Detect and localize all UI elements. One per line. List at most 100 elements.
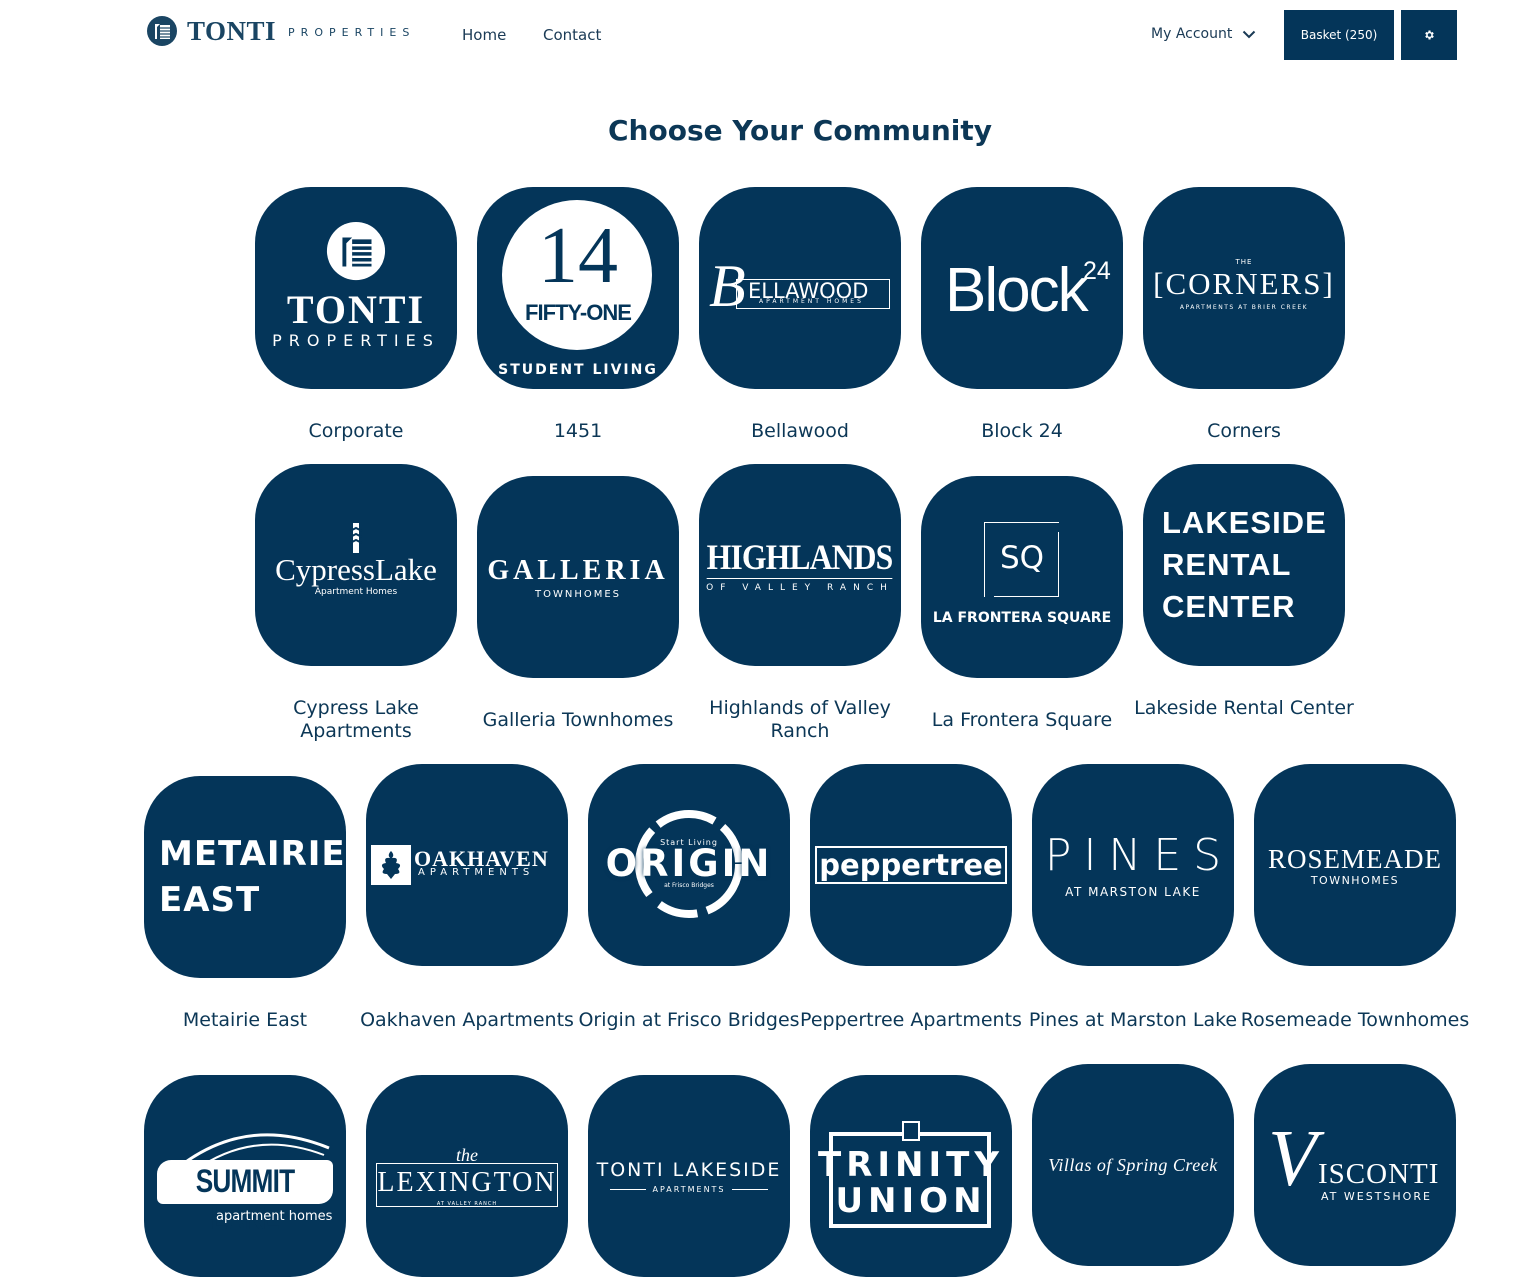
logo-text: SUMMIT LAKE	[195, 1163, 295, 1236]
logo-subtext: OF VALLEY RANCH	[706, 582, 894, 593]
community-logo-tile: V ISCONTI AT WESTSHORE	[1254, 1064, 1456, 1266]
community-logo-tile: Block 24	[921, 187, 1123, 389]
community-name: Corners	[1207, 420, 1281, 442]
logo-line-3: CENTER	[1162, 589, 1296, 624]
logo-subtext: FIFTY-ONE	[525, 300, 632, 325]
community-card-tonti-lakeside[interactable]: TONTI LAKESIDE APARTMENTS	[588, 1075, 790, 1277]
logo-subtext: TOWNHOMES	[1310, 873, 1400, 887]
community-card-cypress-lake[interactable]: CypressLake Apartment Homes Cypress Lake…	[255, 464, 457, 742]
logo-top-text: THE	[1235, 257, 1253, 266]
logo-text: peppertree	[815, 846, 1007, 884]
logo-text: HIGHLANDS	[707, 536, 894, 579]
logo-text: PINES	[1044, 830, 1234, 881]
community-card-corporate[interactable]: TONTI PROPERTIES Corporate	[255, 187, 457, 442]
community-card-trinity-union[interactable]: TRINITY UNION	[810, 1075, 1012, 1277]
community-card-block-24[interactable]: Block 24 Block 24	[921, 187, 1123, 442]
logo-subtext: at Frisco Bridges	[664, 882, 714, 889]
community-logo-tile: THE [CORNERS] APARTMENTS AT BRIER CREEK	[1143, 187, 1345, 389]
nav-home-link[interactable]: Home	[462, 26, 506, 44]
community-card-lakeside[interactable]: LAKESIDE RENTAL CENTER Lakeside Rental C…	[1134, 464, 1354, 719]
logo-line-1: METAIRIE	[159, 834, 346, 874]
community-card-origin[interactable]: Start Living ORIGIN at Frisco Bridges Or…	[578, 764, 800, 1031]
logo-initial: V	[1268, 1115, 1317, 1203]
site-logo[interactable]: TONTI PROPERTIES	[146, 15, 415, 47]
logo-text: Block	[945, 256, 1089, 325]
oak-leaf-icon	[371, 845, 411, 885]
logo-number: 14	[538, 212, 618, 300]
basket-button[interactable]: Basket (250)	[1284, 10, 1394, 60]
logo-text: [CORNERS]	[1153, 265, 1335, 301]
logo-text: ORIGIN	[605, 842, 773, 885]
community-card-metairie-east[interactable]: METAIRIE EAST Metairie East	[144, 776, 346, 1031]
community-card-bellawood[interactable]: B ELLAWOOD APARTMENT HOMES Bellawood	[699, 187, 901, 442]
logo-text: GALLERIA	[487, 554, 669, 586]
tree-icon	[349, 523, 363, 553]
community-name: Peppertree Apartments	[800, 1009, 1022, 1031]
tonti-logo-icon	[147, 16, 177, 46]
community-logo-tile: TRINITY UNION	[810, 1075, 1012, 1277]
brand-name: TONTI	[187, 15, 277, 46]
logo-subtext: Apartment Homes	[314, 587, 398, 597]
community-name: Oakhaven Apartments	[360, 1009, 574, 1031]
logo-text: LA FRONTERA SQUARE	[932, 610, 1112, 626]
community-card-pines[interactable]: PINES AT MARSTON LAKE Pines at Marston L…	[1029, 764, 1237, 1031]
logo-text: ROSEMEADE	[1267, 843, 1442, 874]
community-card-highlands[interactable]: HIGHLANDS OF VALLEY RANCH Highlands of V…	[699, 464, 901, 742]
logo-initial: B	[709, 253, 746, 319]
logo-text: Villas of Spring Creek	[1048, 1154, 1218, 1175]
logo-line-2: EAST	[159, 880, 261, 920]
community-logo-tile: 14 FIFTY-ONE STUDENT LIVING	[477, 187, 679, 389]
community-logo-tile: SQ LA FRONTERA SQUARE	[921, 476, 1123, 678]
community-name: 1451	[553, 420, 603, 442]
page-title: Choose Your Community	[607, 114, 993, 147]
community-name: La Frontera Square	[931, 709, 1113, 731]
logo-subtext: PROPERTIES	[272, 331, 440, 350]
chevron-down-icon	[1243, 30, 1256, 38]
community-name: Bellawood	[751, 420, 849, 442]
logo-text: TONTI	[286, 287, 426, 332]
community-name: Highlands of Valley Ranch	[709, 697, 891, 742]
logo-text: ISCONTI	[1318, 1158, 1440, 1190]
logo-line-1: TRINITY	[818, 1145, 1004, 1185]
community-name: Block 24	[981, 420, 1063, 442]
logo-subtext: APARTMENTS	[652, 1184, 726, 1194]
community-name: Lakeside Rental Center	[1134, 697, 1354, 719]
logo-top-text: the	[456, 1145, 478, 1165]
community-logo-tile: TONTI LAKESIDE APARTMENTS	[588, 1075, 790, 1277]
community-card-visconti[interactable]: V ISCONTI AT WESTSHORE	[1254, 1064, 1456, 1266]
nav-contact-link[interactable]: Contact	[543, 26, 601, 44]
logo-crest-icon	[902, 1121, 920, 1141]
logo-subtext: TOWNHOMES	[534, 588, 622, 600]
logo-subtext: AT VALLEY RANCH	[436, 1201, 498, 1207]
community-card-villas-spring-creek[interactable]: Villas of Spring Creek	[1032, 1064, 1234, 1266]
logo-text: TONTI LAKESIDE	[596, 1158, 782, 1181]
logo-line-2: UNION	[835, 1181, 987, 1221]
logo-subtext: APARTMENTS AT BRIER CREEK	[1179, 303, 1309, 311]
gear-icon	[1425, 30, 1434, 40]
tonti-logo-icon	[326, 221, 386, 281]
community-card-rosemeade[interactable]: ROSEMEADE TOWNHOMES Rosemeade Townhomes	[1241, 764, 1469, 1031]
site-header: TONTI PROPERTIES Home Contact My Account…	[0, 0, 1536, 70]
settings-button[interactable]	[1401, 10, 1457, 60]
community-logo-tile: PINES AT MARSTON LAKE	[1032, 764, 1234, 966]
logo-subtext-row: APARTMENTS	[610, 1184, 768, 1194]
divider	[731, 1188, 768, 1190]
community-card-galleria[interactable]: GALLERIA TOWNHOMES Galleria Townhomes	[477, 476, 679, 731]
community-name: Origin at Frisco Bridges	[578, 1009, 800, 1031]
logo-subtext: AT MARSTON LAKE	[1065, 885, 1201, 899]
community-name: Galleria Townhomes	[482, 709, 674, 731]
community-logo-tile: SUMMIT LAKE apartment homes	[144, 1075, 346, 1277]
community-card-la-frontera[interactable]: SQ LA FRONTERA SQUARE La Frontera Square	[921, 476, 1123, 731]
community-card-lexington[interactable]: the LEXINGTON AT VALLEY RANCH	[366, 1075, 568, 1277]
community-card-peppertree[interactable]: peppertree Peppertree Apartments	[800, 764, 1022, 1031]
community-logo-tile: the LEXINGTON AT VALLEY RANCH	[366, 1075, 568, 1277]
community-card-1451[interactable]: 14 FIFTY-ONE STUDENT LIVING 1451	[477, 187, 679, 442]
community-card-oakhaven[interactable]: OAKHAVEN APARTMENTS Oakhaven Apartments	[360, 764, 574, 1031]
logo-text: CypressLake	[275, 552, 437, 587]
divider	[610, 1188, 647, 1190]
community-logo-tile: B ELLAWOOD APARTMENT HOMES	[699, 187, 901, 389]
my-account-dropdown[interactable]: My Account	[1151, 26, 1256, 42]
community-logo-tile: peppertree	[810, 764, 1012, 966]
community-card-corners[interactable]: THE [CORNERS] APARTMENTS AT BRIER CREEK …	[1143, 187, 1345, 442]
community-card-summit-lake[interactable]: SUMMIT LAKE apartment homes	[144, 1075, 346, 1277]
